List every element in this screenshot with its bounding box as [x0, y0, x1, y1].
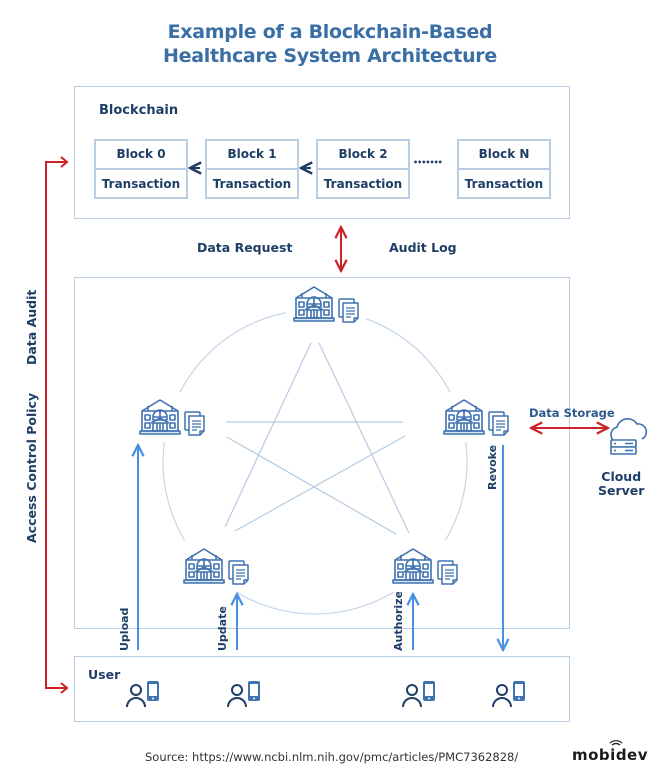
mobidev-wifi-icon [609, 740, 623, 746]
cloud-server-icon [610, 418, 648, 455]
user-icon-2 [227, 680, 261, 708]
user-icon-4 [492, 680, 526, 708]
diagram-graphics [45, 156, 648, 746]
user-icon-1 [126, 680, 160, 708]
access-control-bracket [45, 161, 66, 689]
network-star [224, 342, 410, 535]
user-icon-3 [402, 680, 436, 708]
